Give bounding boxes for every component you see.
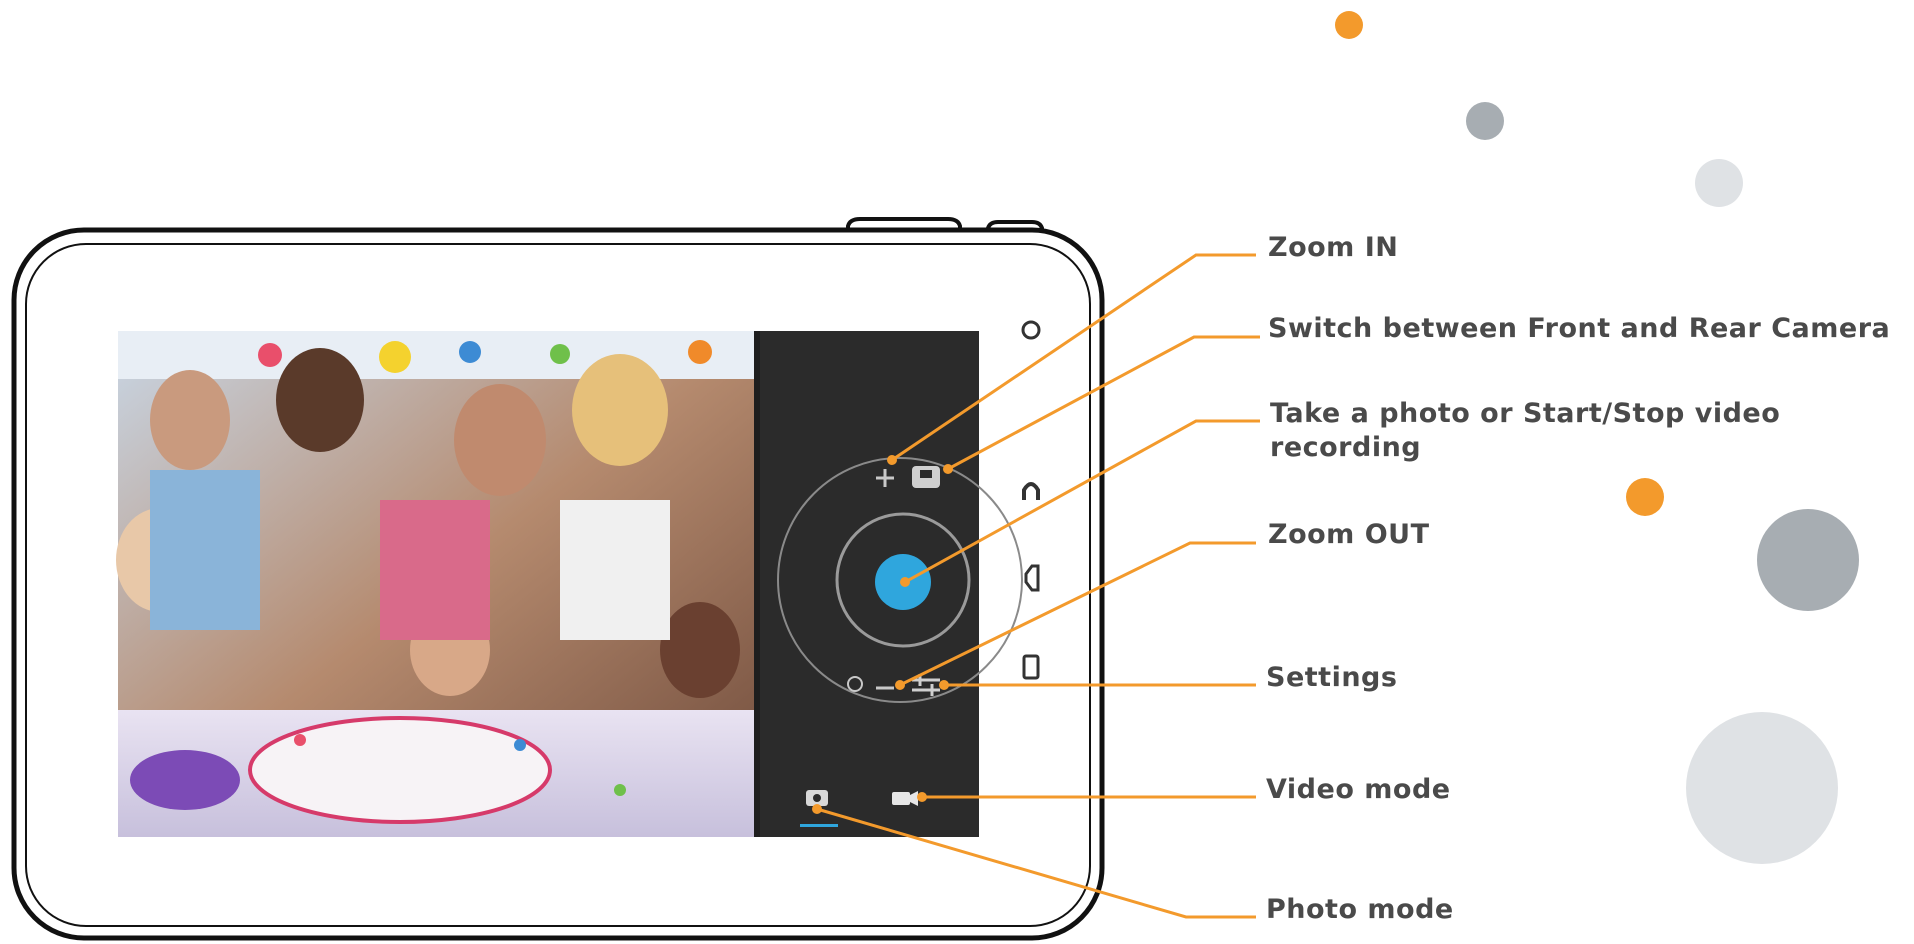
callout-label-settings: Settings [1266, 662, 1398, 693]
decorative-dot-orange-mid [1626, 478, 1664, 516]
decorative-dot-gray-top [1466, 102, 1504, 140]
callout-label-zoom-out: Zoom OUT [1268, 519, 1430, 550]
camera-diagram [11, 11, 1859, 941]
control-panel [754, 331, 979, 837]
callout-label-shutter: Take a photo or Start/Stop video recordi… [1270, 398, 1781, 463]
decorative-dot-light-large [1686, 712, 1838, 864]
switch-camera-icon[interactable] [912, 466, 940, 488]
decorative-dot-gray-large [1757, 509, 1859, 611]
callout-label-video-mode: Video mode [1266, 774, 1451, 805]
callout-label-photo-mode: Photo mode [1266, 894, 1454, 925]
control-panel-edge [754, 331, 760, 837]
callout-label-zoom-in: Zoom IN [1268, 232, 1399, 263]
decorative-dot-orange-top [1335, 11, 1363, 39]
decorative-dot-light-top [1695, 159, 1743, 207]
video-mode-icon[interactable] [892, 791, 918, 806]
viewfinder-photo [116, 331, 754, 837]
callout-label-switch-camera: Switch between Front and Rear Camera [1268, 313, 1891, 344]
